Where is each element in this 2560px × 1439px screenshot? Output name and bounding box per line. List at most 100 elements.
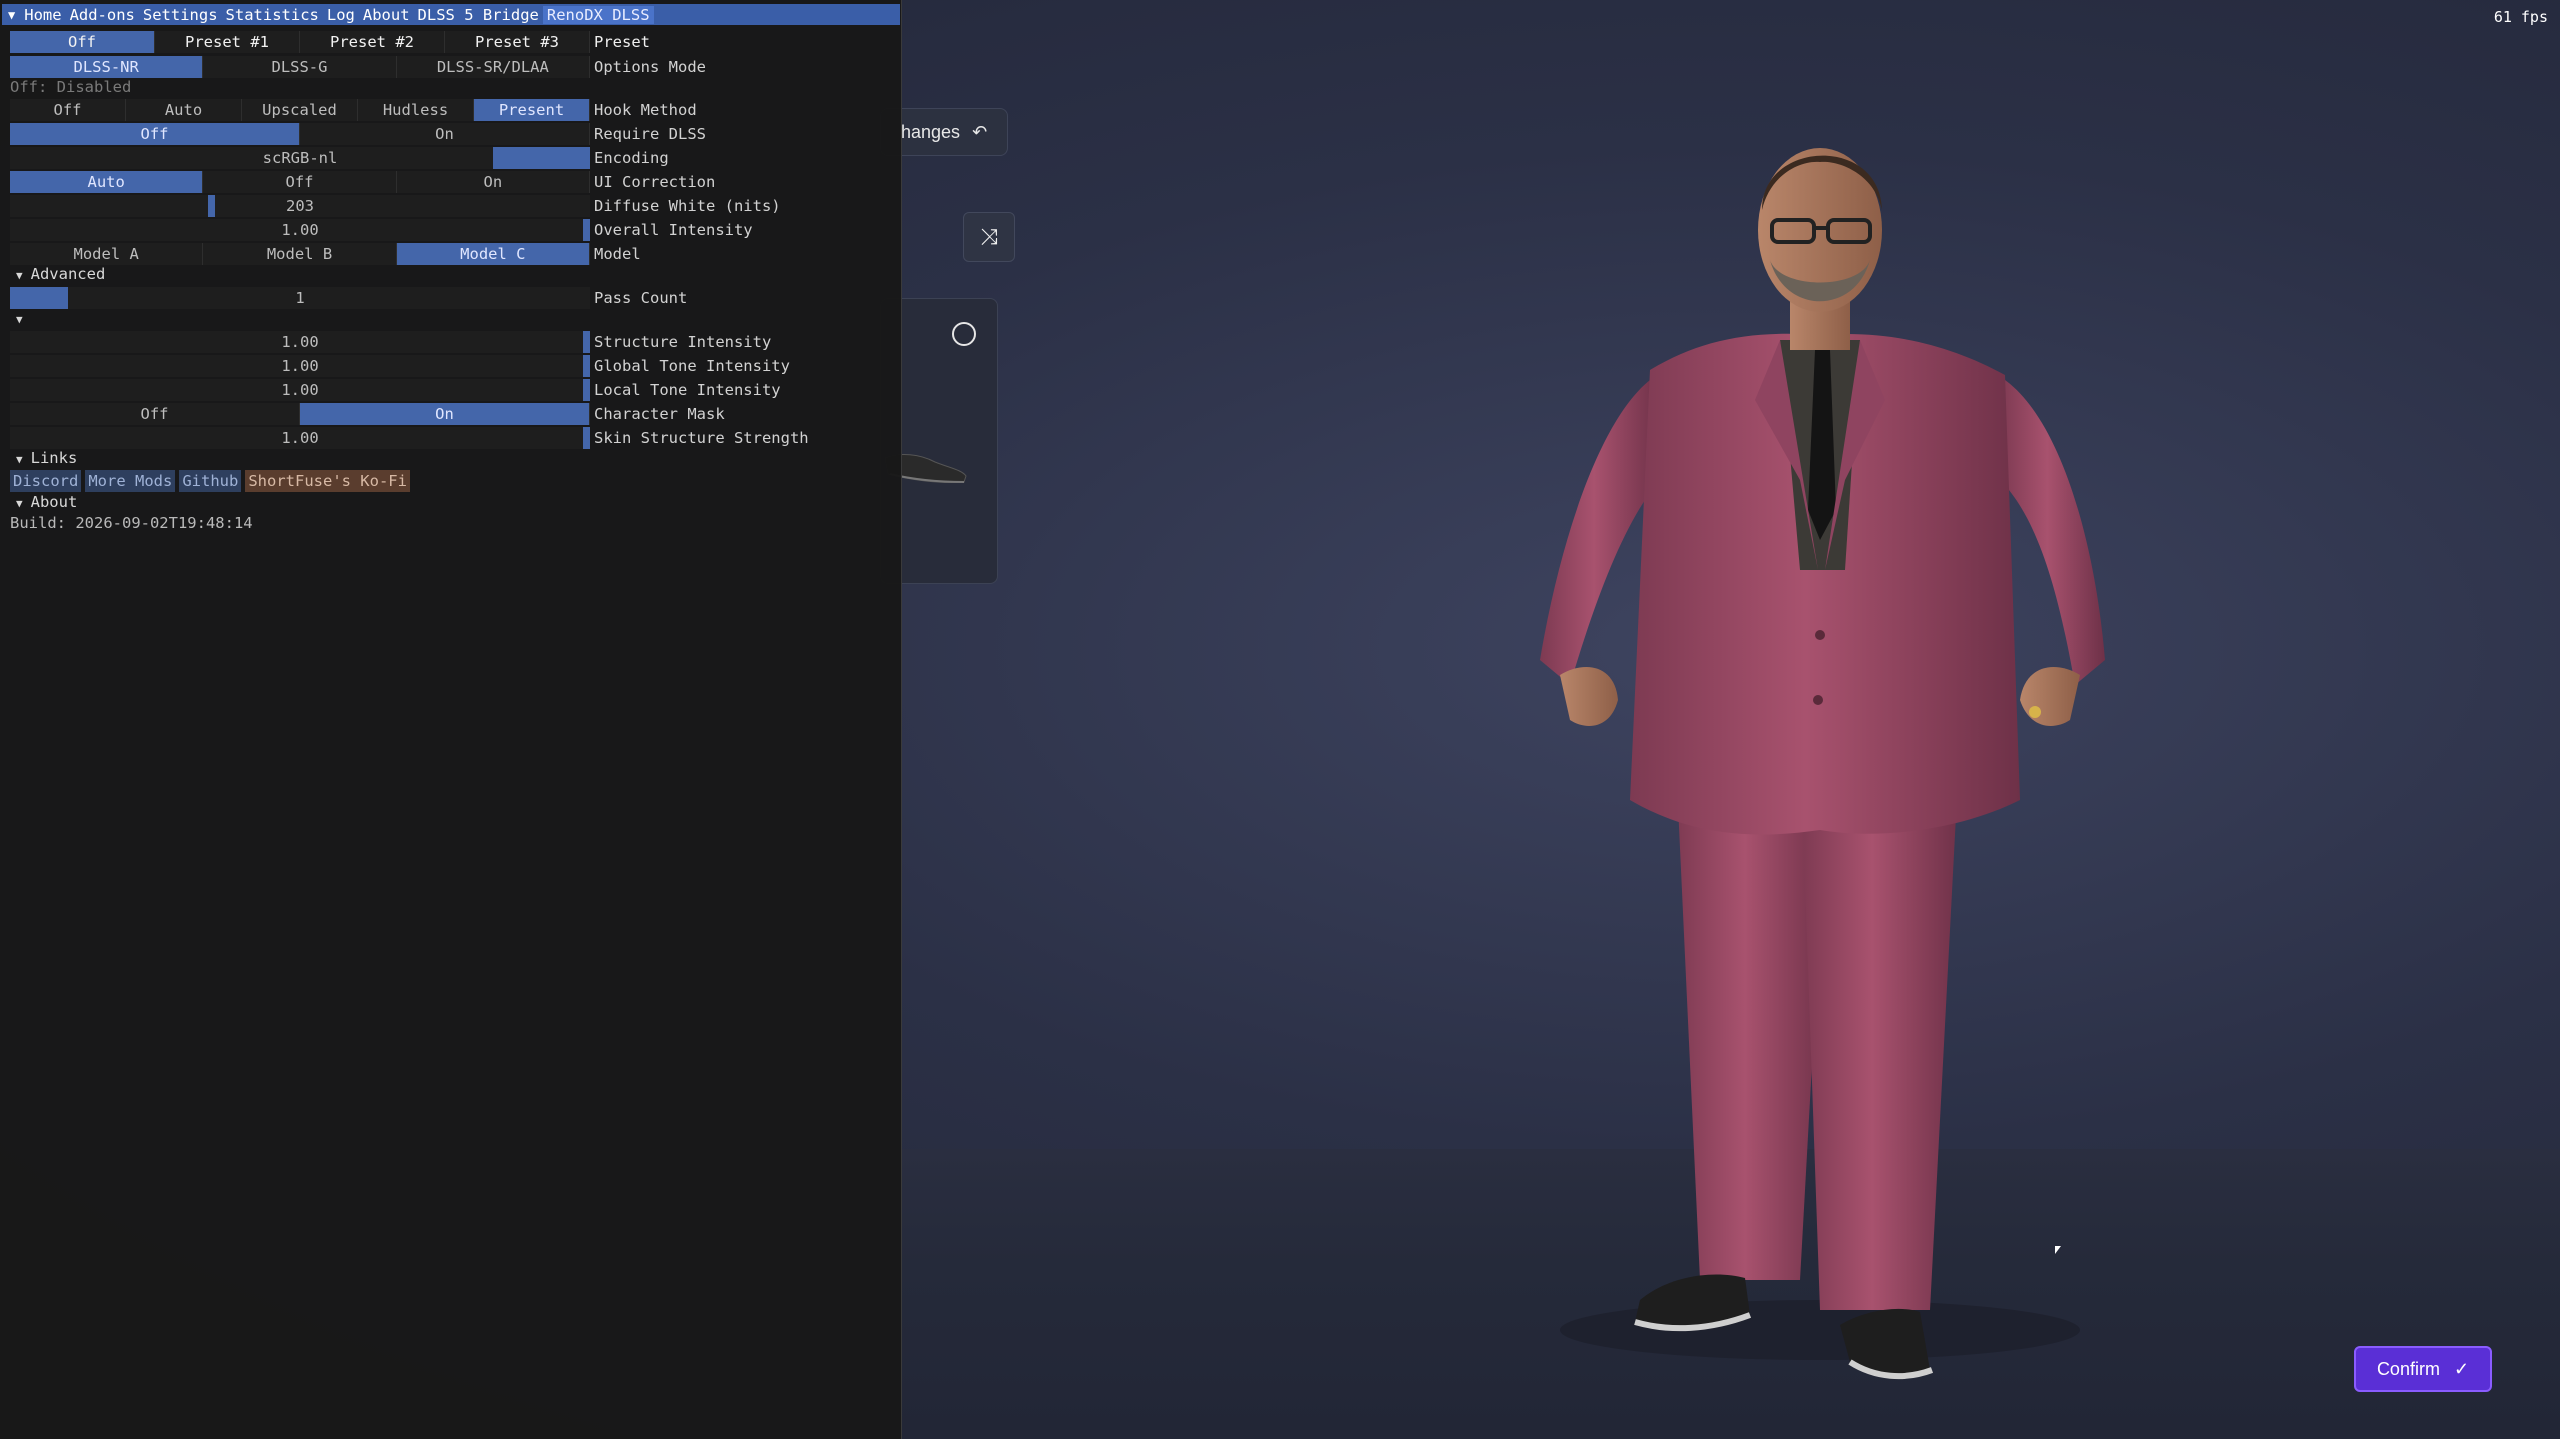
pass-count-slider[interactable]: 1 xyxy=(10,287,590,309)
local-tone-slider[interactable]: 1.00 xyxy=(10,379,590,401)
mode-dlss-nr[interactable]: DLSS-NR xyxy=(10,56,204,78)
global-tone-value: 1.00 xyxy=(281,357,319,375)
menu-dlss5-bridge[interactable]: DLSS 5 Bridge xyxy=(414,6,543,24)
structure-intensity-grab[interactable] xyxy=(583,331,590,353)
menu-addons[interactable]: Add-ons xyxy=(66,6,139,24)
menu-about[interactable]: About xyxy=(359,6,414,24)
pass-count-grab[interactable] xyxy=(10,287,68,309)
link-discord[interactable]: Discord xyxy=(10,470,82,492)
ui-correction-on[interactable]: On xyxy=(396,171,590,193)
model-row: Model A Model B Model C Model xyxy=(10,243,890,265)
link-more-mods[interactable]: More Mods xyxy=(85,470,176,492)
links-tree-node[interactable]: ▼ Links xyxy=(16,449,77,467)
subsection-tree-node[interactable]: ▼ xyxy=(16,309,31,327)
local-tone-value: 1.00 xyxy=(281,381,319,399)
options-mode-row: DLSS-NR DLSS-G DLSS-SR/DLAA Options Mode xyxy=(10,56,890,78)
menu-settings[interactable]: Settings xyxy=(139,6,222,24)
encoding-dropdown-arrow[interactable] xyxy=(493,147,590,169)
preset-3[interactable]: Preset #3 xyxy=(445,31,590,53)
mode-dlss-g[interactable]: DLSS-G xyxy=(203,56,397,78)
require-dlss-selector: Off On xyxy=(10,123,590,145)
skin-structure-slider[interactable]: 1.00 xyxy=(10,427,590,449)
menu-statistics[interactable]: Statistics xyxy=(222,6,323,24)
overall-intensity-slider[interactable]: 1.00 xyxy=(10,219,590,241)
character-mask-label: Character Mask xyxy=(594,405,725,423)
overall-intensity-label: Overall Intensity xyxy=(594,221,753,239)
hook-present[interactable]: Present xyxy=(474,99,590,121)
confirm-button[interactable]: Confirm ✓ xyxy=(2354,1346,2492,1392)
fps-counter: 61 fps xyxy=(2493,8,2548,26)
character-model xyxy=(1540,148,2105,1380)
character-mask-off[interactable]: Off xyxy=(10,403,300,425)
preset-1[interactable]: Preset #1 xyxy=(155,31,300,53)
global-tone-slider[interactable]: 1.00 xyxy=(10,355,590,377)
skin-structure-row: 1.00 Skin Structure Strength xyxy=(10,427,890,449)
require-dlss-on[interactable]: On xyxy=(300,123,590,145)
build-info: Build: 2026-09-02T19:48:14 xyxy=(10,514,253,532)
global-tone-row: 1.00 Global Tone Intensity xyxy=(10,355,890,377)
overall-intensity-grab[interactable] xyxy=(583,219,590,241)
structure-intensity-label: Structure Intensity xyxy=(594,333,772,351)
ui-correction-selector: Auto Off On xyxy=(10,171,590,193)
hook-hudless[interactable]: Hudless xyxy=(358,99,474,121)
hook-off[interactable]: Off xyxy=(10,99,126,121)
global-tone-label: Global Tone Intensity xyxy=(594,357,790,375)
mode-dlss-sr[interactable]: DLSS-SR/DLAA xyxy=(396,56,590,78)
diffuse-white-grab[interactable] xyxy=(208,195,215,217)
overall-intensity-row: 1.00 Overall Intensity xyxy=(10,219,890,241)
menu-renodx-dlss[interactable]: RenoDX DLSS xyxy=(542,5,654,24)
character-mask-selector: Off On xyxy=(10,403,590,425)
expand-arrow-icon: ▼ xyxy=(16,313,23,326)
links-row: Discord More Mods Github ShortFuse's Ko-… xyxy=(10,470,410,492)
skin-structure-grab[interactable] xyxy=(583,427,590,449)
collapse-arrow-icon[interactable]: ▼ xyxy=(2,8,20,22)
ui-correction-auto[interactable]: Auto xyxy=(10,171,204,193)
ui-correction-label: UI Correction xyxy=(594,173,716,191)
checkmark-icon: ✓ xyxy=(2453,1358,2470,1379)
preset-selector: Off Preset #1 Preset #2 Preset #3 xyxy=(10,31,590,53)
require-dlss-row: Off On Require DLSS xyxy=(10,123,890,145)
encoding-combo[interactable]: scRGB-nl xyxy=(10,147,590,169)
structure-intensity-row: 1.00 Structure Intensity xyxy=(10,331,890,353)
item-select-radio[interactable] xyxy=(952,322,976,346)
diffuse-white-slider[interactable]: 203 xyxy=(10,195,590,217)
ui-correction-off[interactable]: Off xyxy=(203,171,397,193)
diffuse-white-row: 203 Diffuse White (nits) xyxy=(10,195,890,217)
hook-upscaled[interactable]: Upscaled xyxy=(242,99,358,121)
expand-arrow-icon: ▼ xyxy=(16,497,23,510)
structure-intensity-slider[interactable]: 1.00 xyxy=(10,331,590,353)
local-tone-label: Local Tone Intensity xyxy=(594,381,781,399)
link-github[interactable]: Github xyxy=(179,470,242,492)
structure-intensity-value: 1.00 xyxy=(281,333,319,351)
shuffle-icon: ⤨ xyxy=(980,224,998,250)
about-tree-node[interactable]: ▼ About xyxy=(16,493,77,511)
require-dlss-off[interactable]: Off xyxy=(10,123,300,145)
expand-arrow-icon: ▼ xyxy=(16,453,23,466)
preset-2[interactable]: Preset #2 xyxy=(300,31,445,53)
advanced-tree-node[interactable]: ▼ Advanced xyxy=(16,265,105,283)
off-disabled-note: Off: Disabled xyxy=(10,78,132,96)
preset-off[interactable]: Off xyxy=(10,31,155,53)
link-kofi[interactable]: ShortFuse's Ko-Fi xyxy=(245,470,410,492)
model-b[interactable]: Model B xyxy=(203,243,397,265)
hook-method-label: Hook Method xyxy=(594,101,697,119)
menu-home[interactable]: Home xyxy=(20,6,65,24)
options-mode-label: Options Mode xyxy=(594,58,706,76)
links-header: Links xyxy=(30,449,78,467)
hook-auto[interactable]: Auto xyxy=(126,99,242,121)
model-a[interactable]: Model A xyxy=(10,243,204,265)
changes-label: hanges xyxy=(901,121,961,142)
model-selector: Model A Model B Model C xyxy=(10,243,590,265)
model-c[interactable]: Model C xyxy=(396,243,590,265)
character-mask-row: Off On Character Mask xyxy=(10,403,890,425)
randomize-button[interactable]: ⤨ xyxy=(963,212,1015,262)
character-mask-on[interactable]: On xyxy=(300,403,590,425)
diffuse-white-label: Diffuse White (nits) xyxy=(594,197,781,215)
menu-log[interactable]: Log xyxy=(323,6,359,24)
model-label: Model xyxy=(594,245,641,263)
encoding-label: Encoding xyxy=(594,149,669,167)
global-tone-grab[interactable] xyxy=(583,355,590,377)
pass-count-row: 1 Pass Count xyxy=(10,287,890,309)
diffuse-white-value: 203 xyxy=(286,197,314,215)
local-tone-grab[interactable] xyxy=(583,379,590,401)
